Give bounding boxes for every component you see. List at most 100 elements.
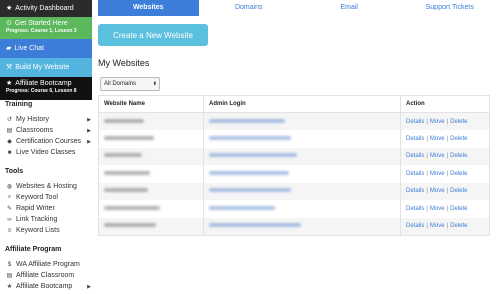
book-icon: ▤ [6,273,13,279]
redacted-admin-login [209,153,297,158]
move-link[interactable]: Move [430,171,445,177]
details-link[interactable]: Details [406,119,424,125]
details-link[interactable]: Details [406,171,424,177]
move-link[interactable]: Move [430,188,445,194]
page-title: My Websites [98,58,150,68]
sidebar-item-label: Websites & Hosting [16,183,77,190]
sidebar-item-keyword-tool[interactable]: ⌕ Keyword Tool [6,193,92,202]
column-header-website-name: Website Name [98,95,204,113]
website-name-cell[interactable] [98,112,204,130]
create-website-button[interactable]: Create a New Website [98,24,208,46]
redacted-website-name [104,223,156,227]
separator: | [426,118,428,125]
activity-dashboard-label: Activity Dashboard [15,5,74,12]
admin-login-cell[interactable] [203,200,401,218]
history-icon: ↺ [6,117,13,123]
activity-dashboard-button[interactable]: ★ Activity Dashboard [0,0,92,17]
move-link[interactable]: Move [430,153,445,159]
delete-link[interactable]: Delete [450,153,467,159]
redacted-admin-login [209,188,291,193]
get-started-progress: Progress: Course 1, Lesson 3 [6,28,77,34]
admin-login-cell[interactable] [203,112,401,130]
move-link[interactable]: Move [430,119,445,125]
separator: | [446,223,449,229]
action-cell: Details | Move | Delete [400,182,490,200]
sidebar-item-wa-affiliate-program[interactable]: $ WA Affiliate Program [6,260,92,269]
redacted-website-name [104,118,144,123]
website-name-cell[interactable] [98,200,204,218]
sidebar-item-rapid-writer[interactable]: ✎ Rapid Writer [6,204,92,213]
tab-domains[interactable]: Domains [198,0,299,16]
website-name-cell[interactable] [98,130,204,148]
admin-login-cell[interactable] [203,147,401,165]
action-cell: Details | Move | Delete [400,147,490,165]
sidebar-item-websites-hosting[interactable]: ◍ Websites & Hosting [6,182,92,191]
domain-filter-select[interactable]: All Domains ⬍ [100,77,160,91]
get-started-button[interactable]: ⊙ Get Started Here Progress: Course 1, Le… [0,17,92,39]
book-icon: ▤ [6,128,13,134]
tab-websites[interactable]: Websites [98,0,199,16]
admin-login-cell[interactable] [203,130,401,148]
details-link[interactable]: Details [406,136,424,142]
sidebar-item-classrooms[interactable]: ▤ Classrooms ▶ [6,126,92,135]
delete-link[interactable]: Delete [450,136,467,142]
action-cell: Details | Move | Delete [400,200,490,218]
link-icon: ∞ [7,216,12,223]
delete-link[interactable]: Delete [450,188,467,194]
sidebar-item-my-history[interactable]: ↺ My History ▶ [6,115,92,124]
affiliate-bootcamp-label: Affiliate Bootcamp [15,80,72,87]
build-website-button[interactable]: ⚒ Build My Website [0,58,92,77]
details-link[interactable]: Details [406,206,424,212]
website-name-cell[interactable] [98,182,204,200]
sidebar-item-affiliate-classroom[interactable]: ▤ Affiliate Classroom [6,271,92,280]
table-row: Details | Move | Delete [98,217,490,236]
select-caret-icon: ⬍ [152,81,157,87]
delete-link[interactable]: Delete [450,223,467,229]
bootcamp-progress: Progress: Course 6, Lesson 8 [6,88,77,94]
affiliate-bootcamp-button[interactable]: ★ Affiliate Bootcamp Progress: Course 6, … [0,77,92,100]
wrench-icon: ⚒ [6,64,13,71]
details-link[interactable]: Details [406,153,424,159]
tab-bar: Websites Domains Email Support Tickets [98,0,500,16]
move-link[interactable]: Move [430,223,445,229]
admin-login-cell[interactable] [203,217,401,236]
website-name-cell[interactable] [98,147,204,165]
sidebar-item-label: Keyword Tool [16,194,58,201]
sidebar-item-label: Classrooms [16,127,53,134]
delete-link[interactable]: Delete [450,171,467,177]
admin-login-cell[interactable] [203,182,401,200]
sidebar-item-label: Certification Courses [16,138,81,145]
website-name-cell[interactable] [98,165,204,183]
sidebar-item-certification-courses[interactable]: ◆ Certification Courses ▶ [6,137,92,146]
separator: | [426,205,428,212]
delete-link[interactable]: Delete [450,119,467,125]
separator: | [446,170,449,177]
sidebar-item-keyword-lists[interactable]: ≡ Keyword Lists [6,226,92,235]
chevron-right-icon: ▶ [87,283,91,290]
sidebar-item-label: My History [16,116,50,123]
sidebar-item-affiliate-bootcamp[interactable]: ★ Affiliate Bootcamp ▶ [6,282,92,291]
move-link[interactable]: Move [430,206,445,212]
action-cell: Details | Move | Delete [400,130,490,148]
affiliate-heading: Affiliate Program [5,246,62,253]
sidebar-item-link-tracking[interactable]: ∞ Link Tracking [6,215,92,224]
sidebar-item-live-video-classes[interactable]: ■ Live Video Classes [6,148,92,157]
star-icon: ★ [6,5,13,12]
pencil-icon: ✎ [6,206,13,212]
redacted-website-name [104,153,142,158]
move-link[interactable]: Move [430,136,445,142]
table-row: Details | Move | Delete [98,182,490,200]
details-link[interactable]: Details [406,188,424,194]
tab-email[interactable]: Email [299,0,400,16]
admin-login-cell[interactable] [203,165,401,183]
delete-link[interactable]: Delete [450,206,467,212]
separator: | [446,205,449,212]
table-row: Details | Move | Delete [98,200,490,218]
redacted-admin-login [209,170,289,175]
website-name-cell[interactable] [98,217,204,236]
live-chat-button[interactable]: ▰ Live Chat [0,39,92,58]
tab-support-tickets[interactable]: Support Tickets [399,0,500,16]
sidebar-item-label: Keyword Lists [16,227,60,234]
details-link[interactable]: Details [406,223,424,229]
separator: | [446,135,449,142]
